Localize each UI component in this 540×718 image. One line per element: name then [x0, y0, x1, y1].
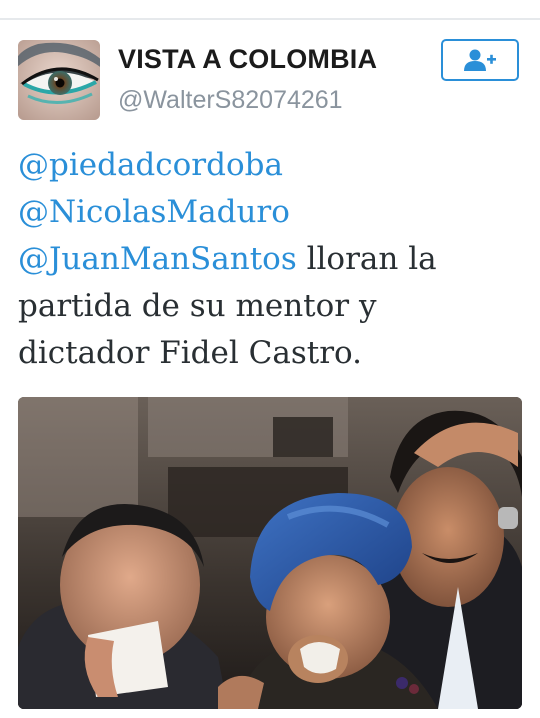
tweet-text: @piedadcordoba @NicolasMaduro @JuanManSa…	[18, 142, 528, 377]
tweet-line: dictador Fidel Castro.	[18, 330, 528, 377]
tweet-line: @JuanManSantos lloran la	[18, 236, 528, 283]
eye-makeup-avatar-icon	[18, 40, 100, 120]
tweet-line-text: dictador Fidel Castro.	[18, 335, 362, 371]
mention-link[interactable]: @piedadcordoba	[18, 147, 283, 183]
tweet-line: partida de su mentor y	[18, 283, 528, 330]
follow-button[interactable]	[441, 39, 519, 81]
tweet-line-text: lloran la	[296, 241, 437, 277]
mention-link[interactable]: @JuanManSantos	[18, 241, 297, 277]
tweet-line: @piedadcordoba	[18, 142, 528, 189]
mourners-photo-icon	[18, 397, 522, 709]
mention-link[interactable]: @NicolasMaduro	[18, 194, 290, 230]
tweet-line-text: partida de su mentor y	[18, 288, 377, 324]
display-name[interactable]: VISTA A COLOMBIA	[118, 44, 377, 75]
user-handle[interactable]: @WalterS82074261	[118, 86, 343, 115]
top-divider	[0, 18, 540, 20]
tweet-media[interactable]	[18, 397, 522, 709]
tweet-line: @NicolasMaduro	[18, 189, 528, 236]
profile-avatar[interactable]	[18, 40, 100, 120]
add-user-icon	[464, 49, 496, 71]
